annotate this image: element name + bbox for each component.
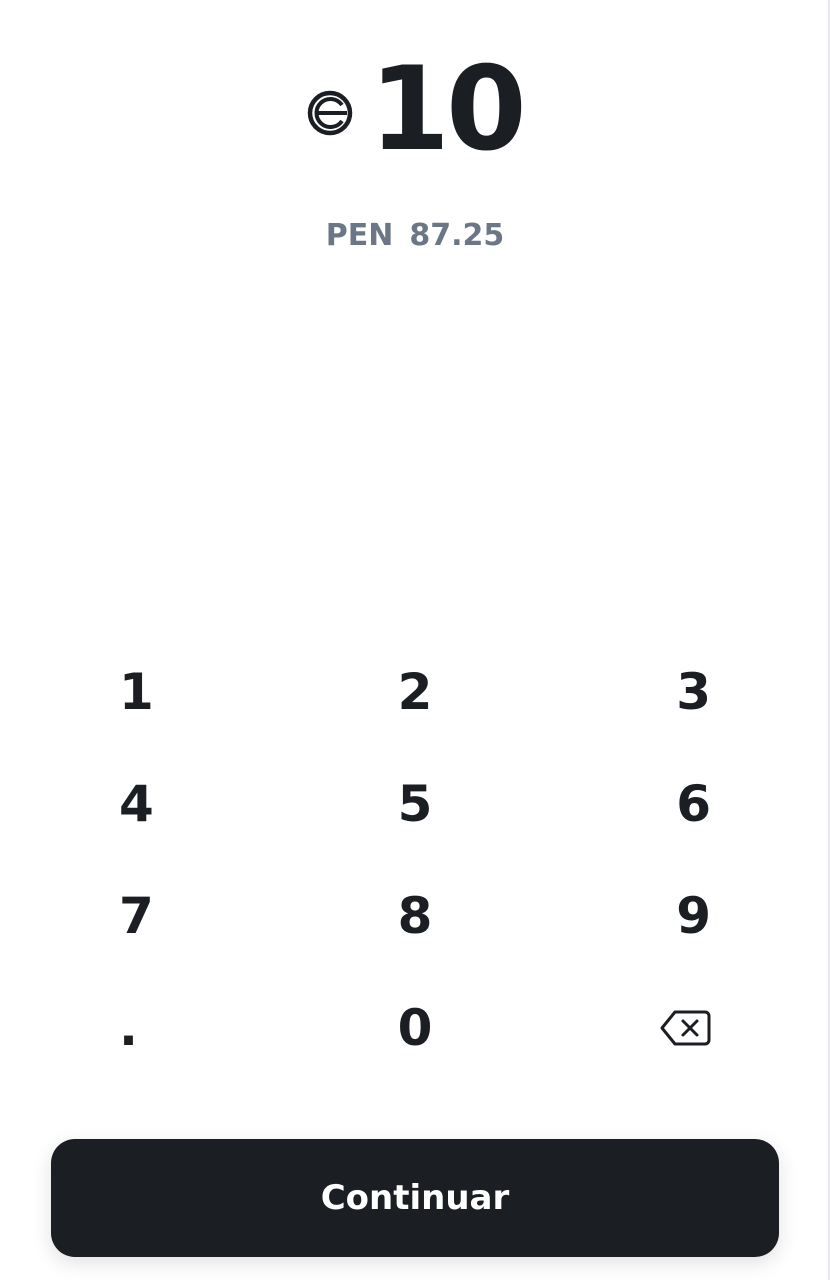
fiat-value: 87.25 xyxy=(409,218,505,253)
key-7[interactable]: 7 xyxy=(0,860,277,972)
fiat-equivalent: PEN 87.25 xyxy=(0,218,830,253)
continue-button[interactable]: Continuar xyxy=(51,1139,779,1257)
amount-value: 10 xyxy=(369,42,526,177)
key-9[interactable]: 9 xyxy=(553,860,830,972)
numeric-keypad: 1 2 3 4 5 6 7 8 9 . 0 xyxy=(0,636,830,1084)
fiat-currency: PEN xyxy=(325,218,394,253)
continue-container: Continuar xyxy=(51,1139,779,1257)
key-decimal[interactable]: . xyxy=(0,972,277,1084)
key-8[interactable]: 8 xyxy=(277,860,554,972)
backspace-key[interactable] xyxy=(553,972,830,1084)
backspace-icon xyxy=(659,1009,711,1047)
key-1[interactable]: 1 xyxy=(0,636,277,748)
key-2[interactable]: 2 xyxy=(277,636,554,748)
key-5[interactable]: 5 xyxy=(277,748,554,860)
worldcoin-icon xyxy=(307,90,353,136)
key-4[interactable]: 4 xyxy=(0,748,277,860)
key-0[interactable]: 0 xyxy=(277,972,554,1084)
amount-display: 10 xyxy=(0,50,830,170)
key-6[interactable]: 6 xyxy=(553,748,830,860)
key-3[interactable]: 3 xyxy=(553,636,830,748)
